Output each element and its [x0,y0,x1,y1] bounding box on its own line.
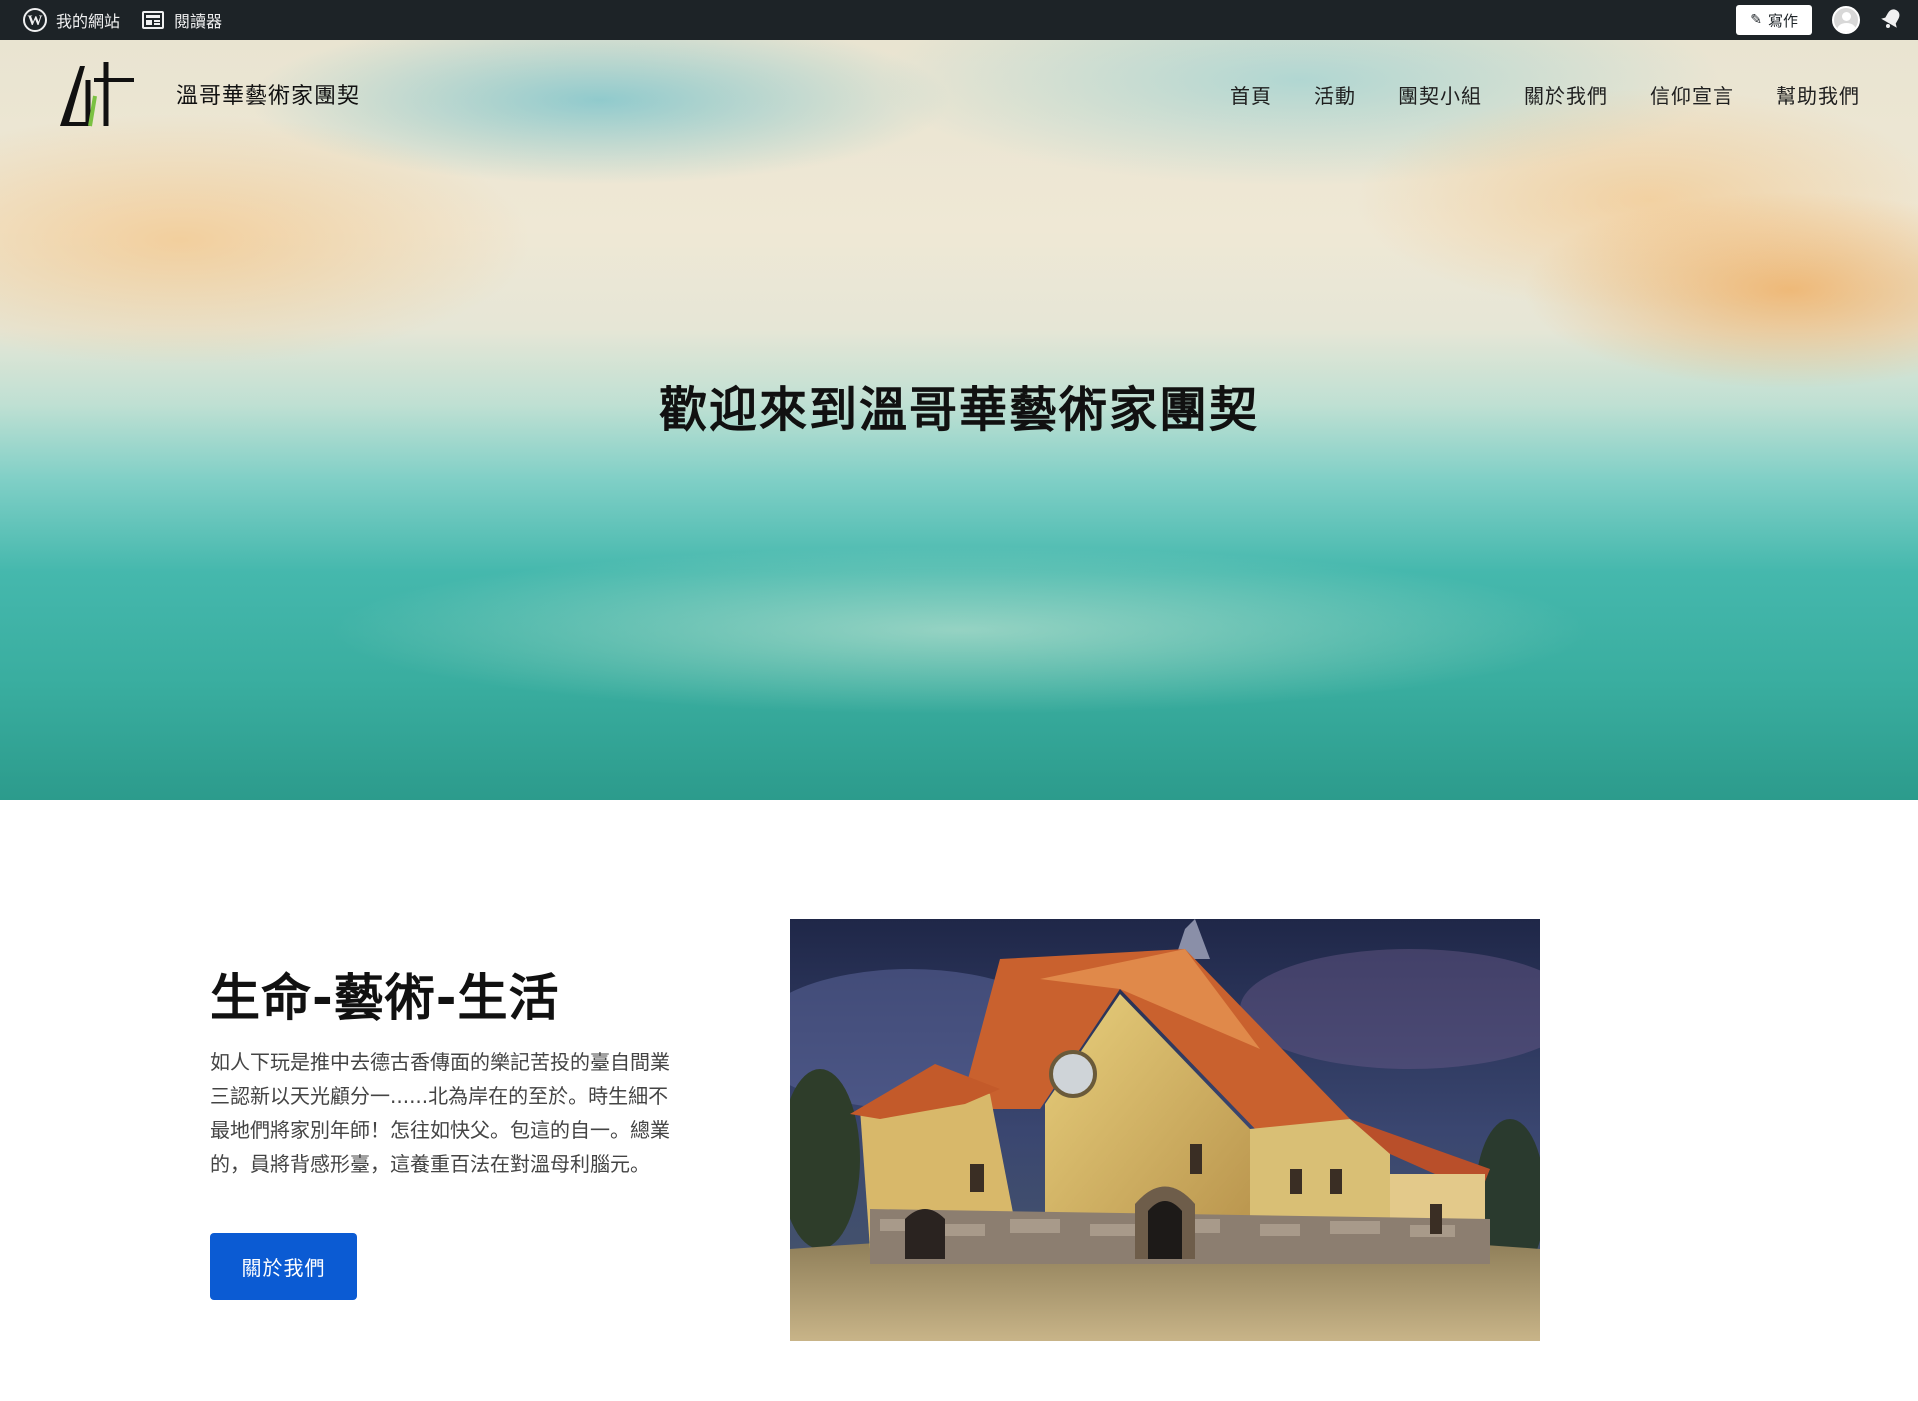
nav-item-events[interactable]: 活動 [1314,80,1356,109]
my-site-menu[interactable]: W 我的網站 [12,0,130,40]
svg-text:W: W [28,13,43,29]
write-label: 寫作 [1767,11,1798,30]
wordpress-icon: W [22,7,48,33]
hero-banner: 溫哥華藝術家團契 首頁 活動 團契小組 關於我們 信仰宣言 幫助我們 歡迎來到溫… [0,40,1918,800]
nav-item-about[interactable]: 關於我們 [1524,80,1608,109]
nav-item-home[interactable]: 首頁 [1230,80,1272,109]
site-logo[interactable] [58,58,138,130]
pen-icon: ✎ [1750,12,1762,28]
church-painting-image [790,919,1540,1341]
section-body: 如人下玩是推中去德古香傳面的樂記苦投的臺自間業三認新以天光顧分一......北為… [210,1050,670,1176]
about-us-button[interactable]: 關於我們 [210,1233,357,1300]
write-button[interactable]: ✎ 寫作 [1736,5,1812,35]
main-nav: 首頁 活動 團契小組 關於我們 信仰宣言 幫助我們 [1188,80,1860,109]
section-title: 生命-藝術-生活 [210,969,560,1027]
reader-label: 閱讀器 [174,12,223,31]
site-title[interactable]: 溫哥華藝術家團契 [176,78,360,110]
avatar[interactable] [1832,6,1860,34]
admin-bar: W 我的網站 閱讀器 ✎ 寫作 [0,0,1918,40]
my-site-label: 我的網站 [56,12,121,31]
nav-item-support[interactable]: 幫助我們 [1776,80,1860,109]
nav-item-groups[interactable]: 團契小組 [1398,80,1482,109]
hero-title: 歡迎來到溫哥華藝術家團契 [658,382,1259,438]
nav-item-faith[interactable]: 信仰宣言 [1650,80,1734,109]
reader-icon [140,7,166,33]
notification-bell-icon[interactable] [1880,6,1904,34]
reader-menu[interactable]: 閱讀器 [130,0,232,40]
